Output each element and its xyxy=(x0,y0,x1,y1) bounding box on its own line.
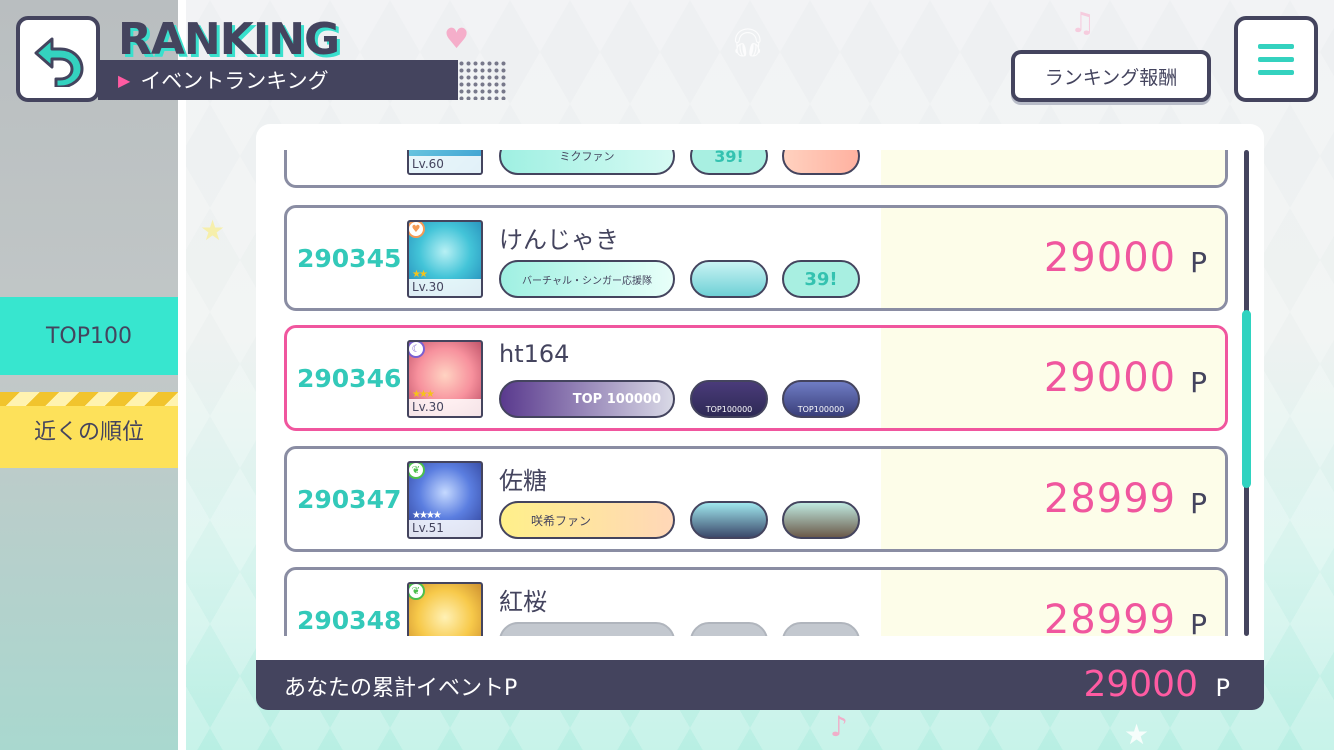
back-button[interactable] xyxy=(16,16,100,102)
player-name: 佐糖 xyxy=(499,467,547,495)
points-value: 28999 xyxy=(1043,597,1177,636)
points-value: 29000 xyxy=(1043,355,1177,401)
title-badge xyxy=(782,501,860,539)
total-points-value: 29000 xyxy=(1083,664,1198,705)
title-badge: 39! xyxy=(782,260,860,298)
ranking-row[interactable]: 290345 ♥ ★★ Lv.30 けんじゃき バーチャル・シンガー応援隊 39… xyxy=(284,205,1228,311)
rank-number: 290346 xyxy=(297,363,402,393)
event-points: 28999 P xyxy=(1044,449,1207,549)
points-unit: P xyxy=(1190,365,1207,399)
title-badge xyxy=(690,501,768,539)
points-value: 28999 xyxy=(1043,476,1177,522)
tab-nearby-ranks-label: 近くの順位 xyxy=(33,420,144,445)
menu-icon-bar xyxy=(1258,69,1294,75)
moon-attribute-icon: ☾ xyxy=(409,342,425,358)
tab-top100-label: TOP100 xyxy=(45,323,132,349)
star-icon: ★ xyxy=(200,214,226,247)
leaf-attribute-icon: ❦ xyxy=(409,584,425,600)
title-badge xyxy=(782,150,860,175)
player-name: ht164 xyxy=(499,340,570,368)
event-points: 28999 P xyxy=(1044,570,1207,636)
music-note-icon: ♫ xyxy=(1070,6,1096,39)
ranking-row[interactable]: Lv.60 ミクファン 39! xyxy=(284,150,1228,188)
title-badge xyxy=(690,260,768,298)
total-points-unit: P xyxy=(1215,674,1230,702)
rank-number: 290347 xyxy=(297,484,402,514)
avatar: ❦ xyxy=(407,582,483,636)
total-event-points-bar: あなたの累計イベントP 29000 P xyxy=(256,660,1264,710)
title-badge: 咲希ファン xyxy=(499,501,675,539)
page-subtitle-bar: ▶ イベントランキング xyxy=(98,60,458,100)
star-icon: ★ xyxy=(1124,718,1150,750)
player-name: けんじゃき xyxy=(499,226,619,254)
sidebar xyxy=(0,0,178,750)
title-badge: TOP 100000 xyxy=(499,380,675,418)
menu-button[interactable] xyxy=(1234,16,1318,102)
title-badge xyxy=(499,622,675,636)
level-label: Lv.30 xyxy=(409,399,481,416)
title-badge: バーチャル・シンガー応援隊 xyxy=(499,260,675,298)
points-area xyxy=(881,150,1225,185)
level-label: Lv.30 xyxy=(409,279,481,296)
avatar: ♥ ★★ Lv.30 xyxy=(407,220,483,298)
points-value: 29000 xyxy=(1043,235,1177,281)
back-arrow-icon xyxy=(34,37,84,87)
leaf-attribute-icon: ❦ xyxy=(409,463,425,479)
music-note-icon: ♪ xyxy=(830,710,848,743)
ranking-row-self[interactable]: 290346 ☾ ★★★ Lv.30 ht164 TOP 100000 TOP1… xyxy=(284,325,1228,431)
page-subtitle: イベントランキング xyxy=(140,69,329,93)
title-badge: 39! xyxy=(690,150,768,175)
headphones-icon: 🎧︎ xyxy=(730,26,766,59)
avatar: Lv.60 xyxy=(407,150,483,175)
level-label: Lv.60 xyxy=(409,156,481,173)
total-points-label: あなたの累計イベントP xyxy=(284,676,518,701)
points-unit: P xyxy=(1190,607,1207,637)
play-triangle-icon: ▶ xyxy=(118,70,131,90)
level-label: Lv.51 xyxy=(409,520,481,537)
ranking-row[interactable]: 290348 ❦ 紅桜 28999 P xyxy=(284,567,1228,636)
event-points: 29000 P xyxy=(1044,328,1207,428)
scrollbar-thumb[interactable] xyxy=(1242,310,1251,488)
title-badge: ミクファン xyxy=(499,150,675,175)
ranking-row[interactable]: 290347 ❦ ★★★★ Lv.51 佐糖 咲希ファン 28999 P xyxy=(284,446,1228,552)
avatar: ❦ ★★★★ Lv.51 xyxy=(407,461,483,539)
menu-icon-bar xyxy=(1258,56,1294,62)
tab-top100[interactable]: TOP100 xyxy=(0,297,178,375)
title-badge xyxy=(690,622,768,636)
rank-number: 290345 xyxy=(297,243,402,273)
heart-icon: ♥ xyxy=(444,22,470,55)
title-badge xyxy=(782,622,860,636)
title-badge: TOP100000 xyxy=(782,380,860,418)
player-name: 紅桜 xyxy=(499,588,547,616)
ranking-reward-button[interactable]: ランキング報酬 xyxy=(1011,50,1211,102)
avatar: ☾ ★★★ Lv.30 xyxy=(407,340,483,418)
menu-icon xyxy=(1258,43,1294,49)
heart-attribute-icon: ♥ xyxy=(409,222,425,238)
points-unit: P xyxy=(1190,486,1207,520)
sidebar-divider xyxy=(178,0,186,750)
ranking-list[interactable]: Lv.60 ミクファン 39! 290345 ♥ ★★ Lv.30 けんじゃき … xyxy=(256,150,1256,636)
title-badge: TOP100000 xyxy=(690,380,768,418)
rank-number: 290348 xyxy=(297,605,402,635)
event-points: 29000 P xyxy=(1044,208,1207,308)
halftone-decoration xyxy=(430,60,508,100)
points-unit: P xyxy=(1190,245,1207,279)
page-title: RANKING xyxy=(118,14,340,65)
tab-nearby-ranks[interactable]: 近くの順位 xyxy=(0,392,178,468)
